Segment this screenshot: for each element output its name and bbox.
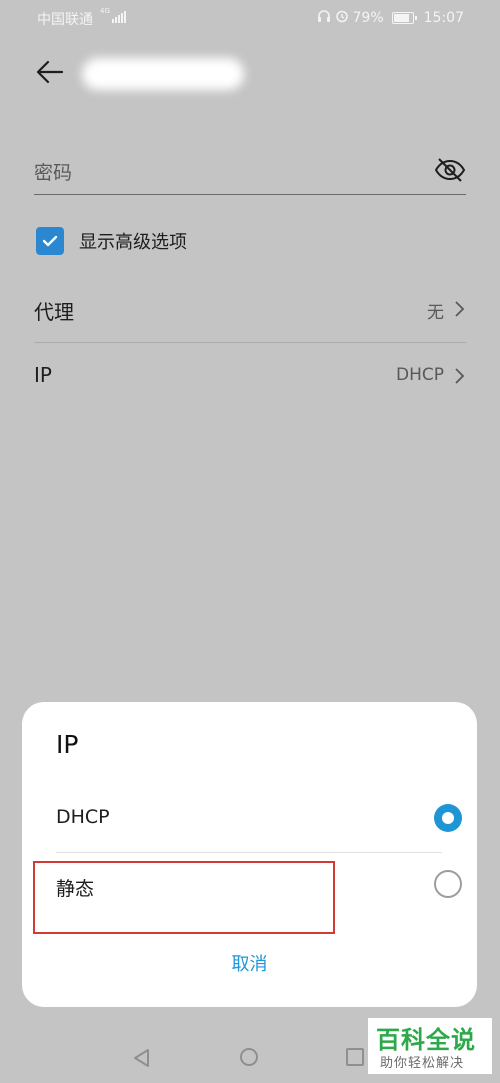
ip-mode-dialog: IP DHCP 静态 取消	[22, 702, 477, 1007]
option-dhcp-label: DHCP	[56, 806, 110, 828]
clock: 15:07	[423, 10, 464, 26]
watermark-main-text: 百科全说	[376, 1026, 476, 1054]
nav-recent-icon[interactable]	[346, 1048, 364, 1066]
proxy-setting-row[interactable]: 代理 无	[34, 276, 466, 343]
watermark-logo: 百科全说 助你轻松解决	[368, 1018, 492, 1074]
option-dhcp[interactable]: DHCP	[56, 786, 462, 853]
headphones-icon	[317, 9, 331, 27]
show-advanced-option[interactable]: 显示高级选项	[36, 226, 187, 256]
battery-level-fill	[393, 14, 410, 22]
status-bar: 中国联通 4G 79% 15:07	[0, 0, 500, 34]
nav-home-icon[interactable]	[240, 1048, 258, 1066]
signal-icon	[112, 11, 126, 23]
dialog-title: IP	[56, 730, 79, 759]
annotation-highlight-box	[33, 861, 335, 934]
proxy-label: 代理	[34, 300, 74, 324]
chevron-right-icon	[455, 368, 465, 384]
chevron-right-icon	[455, 301, 465, 317]
arrow-left-icon	[36, 60, 64, 84]
alarm-icon	[335, 9, 349, 27]
radio-static[interactable]	[434, 870, 462, 898]
cancel-button[interactable]: 取消	[22, 950, 477, 976]
advanced-checkbox[interactable]	[36, 227, 64, 255]
password-field[interactable]: 密码	[34, 148, 466, 195]
battery-icon	[391, 12, 417, 24]
eye-off-icon[interactable]	[434, 156, 466, 184]
ip-label: IP	[34, 363, 52, 387]
radio-dhcp-selected[interactable]	[434, 804, 462, 832]
carrier-name: 中国联通	[37, 12, 93, 28]
watermark-sub-text: 助你轻松解决	[380, 1056, 465, 1071]
advanced-checkbox-label: 显示高级选项	[79, 232, 187, 253]
ip-value: DHCP	[396, 365, 444, 385]
nav-back-icon[interactable]	[132, 1048, 152, 1072]
back-button[interactable]	[34, 56, 66, 88]
network-name-redacted	[82, 58, 244, 90]
proxy-value: 无	[427, 303, 444, 323]
password-placeholder: 密码	[34, 162, 73, 184]
network-type-badge: 4G	[100, 7, 110, 15]
ip-setting-row[interactable]: IP DHCP	[34, 343, 466, 409]
checkmark-icon	[42, 235, 58, 247]
battery-percent: 79%	[352, 10, 384, 26]
